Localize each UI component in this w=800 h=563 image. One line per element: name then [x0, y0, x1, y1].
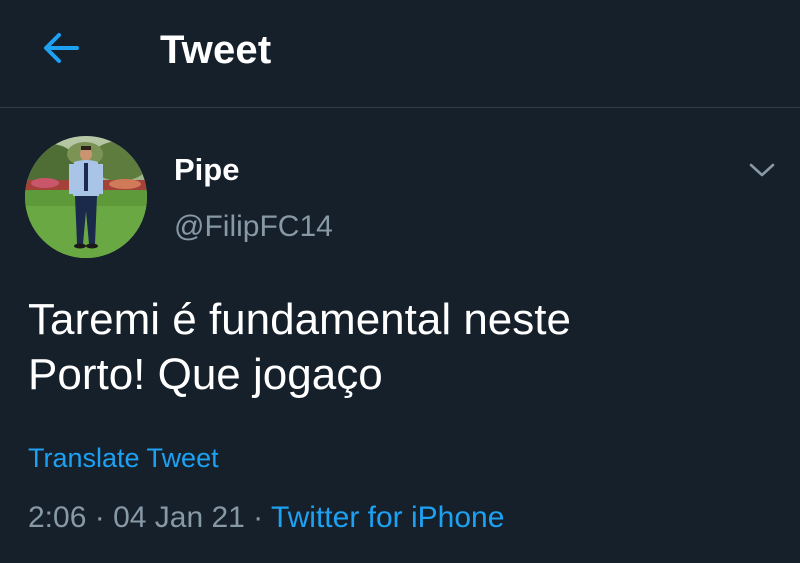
- tweet-date: 04 Jan 21: [113, 501, 245, 534]
- top-bar: Tweet: [0, 0, 800, 108]
- more-options-button[interactable]: [740, 152, 784, 188]
- tweet-metadata: 2:06 · 04 Jan 21 · Twitter for iPhone: [28, 498, 504, 538]
- tweet-text-line: Porto! Que jogaço: [28, 350, 383, 399]
- meta-separator: ·: [86, 501, 114, 534]
- display-name[interactable]: Pipe: [174, 150, 239, 190]
- tweet-detail-screen: Tweet Pipe @FilipFC14 Taremi é fundament…: [0, 0, 800, 563]
- chevron-down-icon: [749, 163, 775, 177]
- back-button[interactable]: [34, 26, 88, 70]
- profile-photo: [25, 136, 147, 258]
- avatar[interactable]: [25, 136, 147, 258]
- translate-tweet-link[interactable]: Translate Tweet: [28, 440, 219, 476]
- tweet-text: Taremi é fundamental neste Porto! Que jo…: [28, 292, 768, 402]
- username-handle[interactable]: @FilipFC14: [174, 207, 333, 247]
- tweet-source-link[interactable]: Twitter for iPhone: [271, 501, 504, 534]
- page-title: Tweet: [160, 28, 272, 72]
- arrow-left-icon: [44, 33, 79, 63]
- tweet-time: 2:06: [28, 501, 87, 534]
- meta-separator: ·: [244, 501, 271, 534]
- tweet-text-line: Taremi é fundamental neste: [28, 295, 571, 344]
